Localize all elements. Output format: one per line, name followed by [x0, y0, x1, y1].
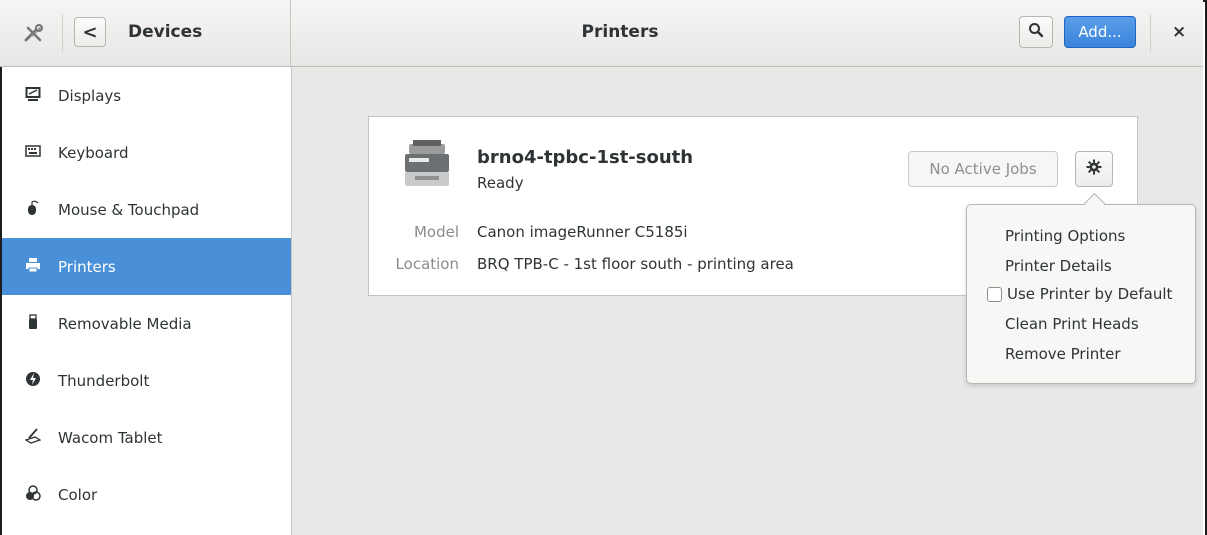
sidebar-item-label: Thunderbolt: [58, 371, 150, 390]
sidebar-item-label: Printers: [58, 257, 116, 276]
use-default-checkbox[interactable]: [987, 287, 1002, 302]
printer-status: Ready: [477, 174, 524, 192]
close-button[interactable]: ×: [1172, 22, 1186, 42]
menu-clean-print-heads[interactable]: Clean Print Heads: [1005, 315, 1139, 333]
sidebar-item-label: Displays: [58, 86, 122, 105]
model-label: Model: [413, 223, 459, 241]
tablet-icon: [24, 427, 42, 448]
printer-name: brno4-tpbc-1st-south: [477, 147, 694, 168]
header-separator: [1150, 14, 1151, 52]
location-value: BRQ TPB-C - 1st floor south - printing a…: [477, 255, 794, 273]
sidebar-item-color[interactable]: Color: [2, 466, 291, 523]
header-bar: < Devices Printers Add... ×: [0, 0, 1203, 67]
sidebar-item-wacom-tablet[interactable]: Wacom Tablet: [2, 409, 291, 466]
gear-icon: [1086, 159, 1102, 179]
add-printer-button[interactable]: Add...: [1064, 16, 1136, 48]
printer-image-icon: [401, 138, 453, 190]
printer-options-popover: Printing Options Printer Details Use Pri…: [966, 204, 1196, 384]
color-icon: [24, 484, 42, 505]
model-value: Canon imageRunner C5185i: [477, 223, 688, 241]
header-left-pane: < Devices: [0, 0, 291, 66]
menu-use-default-label[interactable]: Use Printer by Default: [1007, 285, 1172, 303]
search-icon: [1028, 22, 1044, 42]
printer-settings-button[interactable]: [1075, 151, 1113, 187]
sidebar-item-label: Removable Media: [58, 314, 192, 333]
menu-printer-details[interactable]: Printer Details: [1005, 257, 1112, 275]
sidebar-item-keyboard[interactable]: Keyboard: [2, 124, 291, 181]
close-icon: ×: [1172, 22, 1187, 42]
sidebar: Displays Keyboard Mouse & Touchpad Print…: [2, 67, 292, 535]
sidebar-item-label: Mouse & Touchpad: [58, 200, 200, 219]
location-label: Location: [395, 255, 459, 273]
page-title: Printers: [581, 22, 659, 42]
section-title: Devices: [128, 22, 203, 42]
sidebar-item-printers[interactable]: Printers: [2, 238, 291, 295]
thunderbolt-icon: [24, 371, 42, 391]
menu-printing-options[interactable]: Printing Options: [1005, 227, 1125, 245]
usb-icon: [24, 313, 42, 334]
sidebar-item-label: Keyboard: [58, 143, 129, 162]
sidebar-item-mouse-touchpad[interactable]: Mouse & Touchpad: [2, 181, 291, 238]
header-separator: [62, 14, 63, 52]
tools-icon[interactable]: [22, 22, 46, 46]
jobs-button[interactable]: No Active Jobs: [908, 151, 1058, 187]
sidebar-item-removable-media[interactable]: Removable Media: [2, 295, 291, 352]
keyboard-icon: [24, 143, 42, 163]
display-icon: [24, 86, 42, 106]
chevron-left-icon: <: [82, 21, 98, 43]
back-button[interactable]: <: [74, 17, 106, 47]
printer-icon: [24, 257, 42, 277]
menu-remove-printer[interactable]: Remove Printer: [1005, 345, 1121, 363]
sidebar-item-displays[interactable]: Displays: [2, 67, 291, 124]
sidebar-item-label: Wacom Tablet: [58, 428, 163, 447]
search-button[interactable]: [1019, 16, 1053, 48]
sidebar-item-thunderbolt[interactable]: Thunderbolt: [2, 352, 291, 409]
sidebar-item-label: Color: [58, 485, 98, 504]
mouse-icon: [24, 200, 42, 220]
